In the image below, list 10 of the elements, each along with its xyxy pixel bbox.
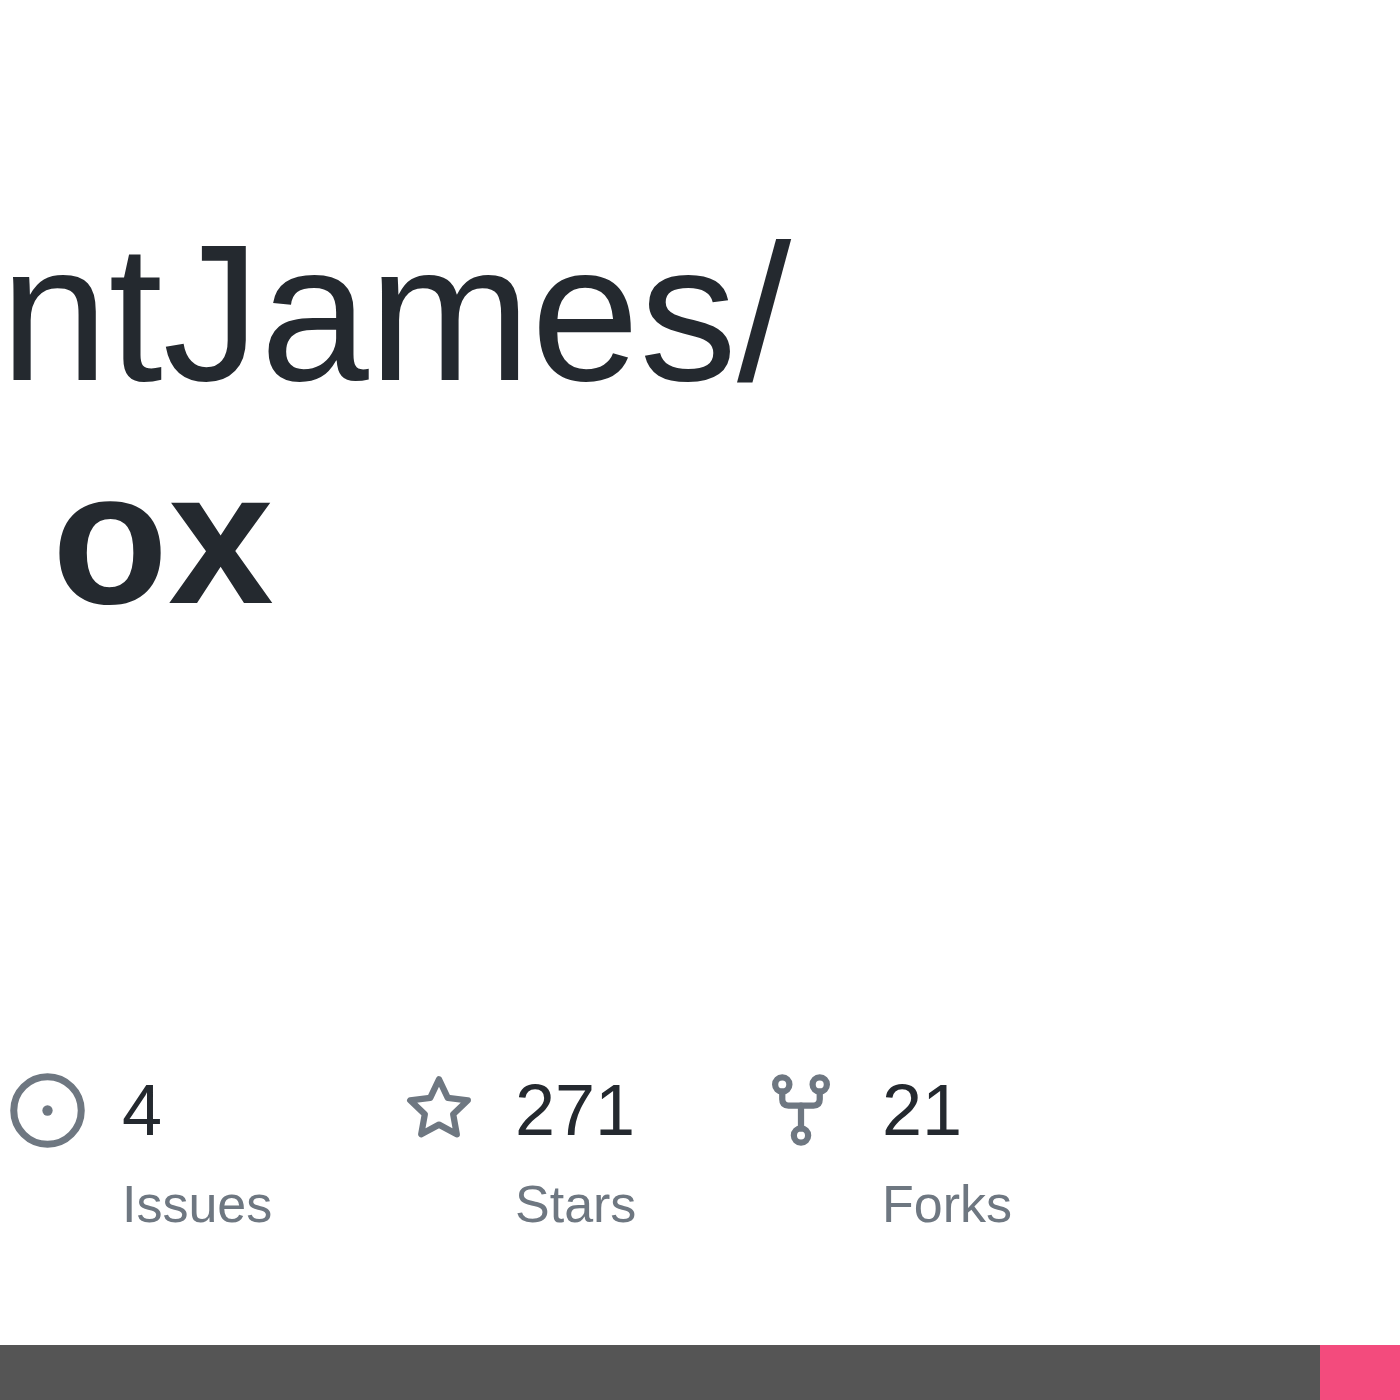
fork-icon bbox=[772, 1074, 830, 1146]
stat-label: Forks bbox=[882, 1178, 1012, 1230]
circle-dot-icon bbox=[10, 1072, 85, 1148]
stat-count: 4 bbox=[122, 1074, 163, 1146]
stat-count: 21 bbox=[882, 1074, 963, 1146]
stat-count: 271 bbox=[515, 1074, 636, 1146]
repository-name: ox bbox=[51, 442, 274, 632]
repository-owner: ntJames/ bbox=[0, 215, 792, 410]
stat-label: Issues bbox=[122, 1178, 273, 1230]
stat-label: Stars bbox=[515, 1178, 637, 1230]
